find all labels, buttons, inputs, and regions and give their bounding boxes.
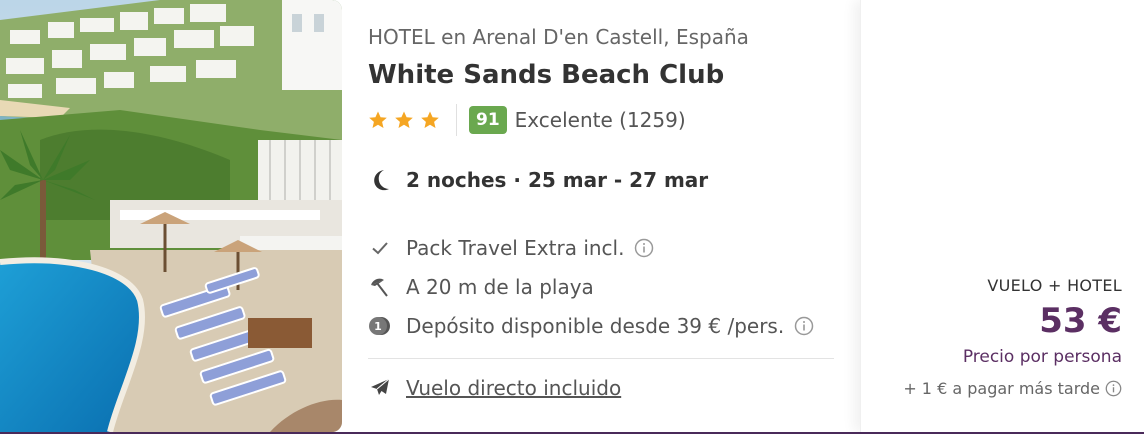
info-icon[interactable] bbox=[1105, 380, 1122, 397]
hotel-name[interactable]: White Sands Beach Club bbox=[368, 56, 838, 94]
rating-divider bbox=[456, 104, 457, 136]
price-amount[interactable]: 53 € bbox=[903, 299, 1122, 343]
feature-list: Pack Travel Extra incl. A 20 m de la pla… bbox=[368, 228, 814, 345]
feature-item-pack: Pack Travel Extra incl. bbox=[368, 228, 814, 267]
score-badge[interactable]: 91 bbox=[469, 106, 507, 134]
direct-flight-link[interactable]: Vuelo directo incluido bbox=[406, 376, 621, 400]
feature-text: Depósito disponible desde 39 € /pers. bbox=[406, 313, 785, 338]
flight-info: Vuelo directo incluido bbox=[368, 376, 621, 400]
plane-icon bbox=[371, 378, 390, 395]
hotel-photo[interactable] bbox=[0, 0, 342, 432]
hotel-result-card[interactable]: HOTEL en Arenal D'en Castell, España Whi… bbox=[0, 0, 1144, 434]
hotel-stars bbox=[368, 110, 440, 130]
info-icon[interactable] bbox=[794, 316, 814, 336]
pay-later-text: + 1 € a pagar más tarde bbox=[903, 379, 1100, 398]
check-icon bbox=[368, 236, 392, 260]
hotel-info: HOTEL en Arenal D'en Castell, España Whi… bbox=[368, 22, 838, 400]
pay-later-note: + 1 € a pagar más tarde bbox=[903, 379, 1122, 398]
price-per-person: Precio por persona bbox=[962, 347, 1122, 367]
divider bbox=[368, 358, 834, 359]
svg-text:1: 1 bbox=[374, 320, 382, 333]
info-icon[interactable] bbox=[634, 238, 654, 258]
feature-item-deposit: 1 Depósito disponible desde 39 € /pers. bbox=[368, 306, 814, 345]
feature-item-beach: A 20 m de la playa bbox=[368, 267, 814, 306]
price-type: VUELO + HOTEL bbox=[987, 276, 1122, 295]
star-icon bbox=[395, 111, 413, 128]
hotel-location: HOTEL en Arenal D'en Castell, España bbox=[368, 25, 749, 49]
price-panel[interactable]: VUELO + HOTEL 53 € Precio por persona + … bbox=[860, 0, 1144, 432]
deposit-coin-icon: 1 bbox=[368, 314, 392, 338]
stay-dates: 2 noches · 25 mar - 27 mar bbox=[368, 167, 708, 193]
rating-row: 91 Excelente (1259) bbox=[368, 102, 686, 138]
feature-text: Pack Travel Extra incl. bbox=[406, 235, 625, 260]
nights-text: 2 noches · 25 mar - 27 mar bbox=[406, 168, 709, 192]
score-label[interactable]: Excelente (1259) bbox=[515, 108, 686, 132]
star-icon bbox=[421, 111, 439, 128]
price-block: VUELO + HOTEL 53 € Precio por persona + … bbox=[903, 276, 1122, 398]
feature-text: A 20 m de la playa bbox=[406, 274, 594, 299]
moon-icon bbox=[374, 170, 389, 191]
beach-umbrella-icon bbox=[368, 275, 392, 299]
star-icon bbox=[369, 111, 387, 128]
